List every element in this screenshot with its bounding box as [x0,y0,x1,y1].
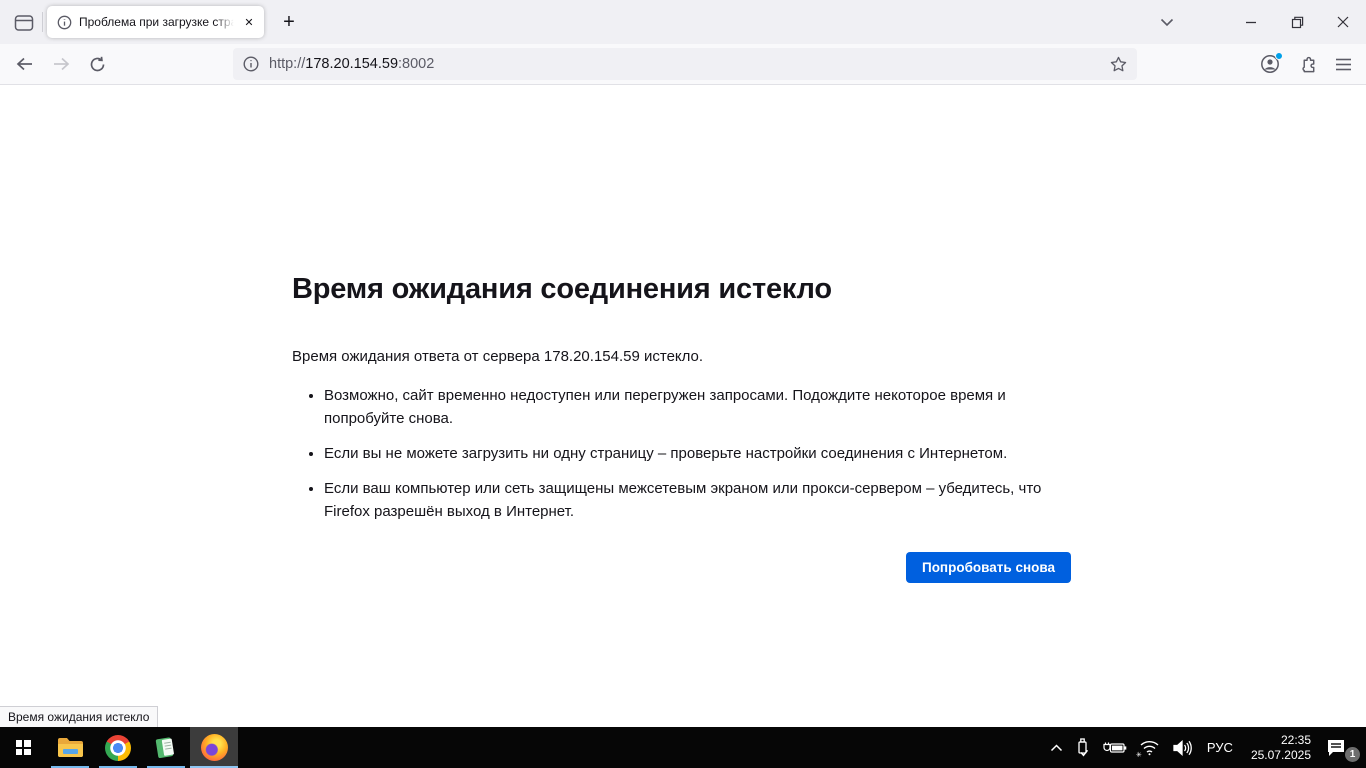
notification-badge: 1 [1345,747,1360,762]
tray-usb-icon[interactable] [1069,727,1096,768]
back-icon[interactable] [10,50,40,78]
tray-battery-icon[interactable] [1096,727,1133,768]
site-info-icon[interactable] [243,56,259,72]
error-hints-list: Возможно, сайт временно недоступен или п… [292,384,1071,523]
tray-volume-icon[interactable] [1166,727,1198,768]
taskbar-item-firefox-active[interactable] [190,727,238,768]
page-title: Время ожидания соединения истекло [292,270,1071,308]
taskbar-item-explorer[interactable] [46,727,94,768]
wifi-asterisk: ✳ [1136,752,1142,759]
url-scheme: http:// [269,56,305,72]
tray-language-indicator[interactable]: РУС [1198,727,1242,768]
tabbar-separator [42,12,43,32]
minimize-button[interactable] [1228,0,1274,44]
action-center-icon[interactable]: 1 [1320,727,1360,768]
tray-wifi-icon[interactable]: ✳ [1133,727,1166,768]
system-tray: ✳ РУС 22:35 25.07.2025 1 [1044,727,1366,768]
windows-logo-icon [16,740,31,755]
taskbar-item-notepad[interactable] [142,727,190,768]
error-container: Время ожидания соединения истекло Время … [292,270,1071,583]
new-tab-button[interactable]: + [274,8,304,36]
error-description: Время ожидания ответа от сервера 178.20.… [292,346,1071,368]
chrome-icon [105,735,131,761]
forward-icon [46,50,76,78]
browser-titlebar: Проблема при загрузке стран ✕ + [0,0,1366,44]
list-item: Если ваш компьютер или сеть защищены меж… [324,477,1046,523]
list-item: Возможно, сайт временно недоступен или п… [324,384,1046,430]
taskbar-item-chrome[interactable] [94,727,142,768]
window-controls [1228,0,1366,44]
firefox-icon [201,734,228,761]
status-tooltip: Время ожидания истекло [0,706,158,727]
list-item: Если вы не можете загрузить ни одну стра… [324,442,1046,465]
tray-clock[interactable]: 22:35 25.07.2025 [1242,727,1320,768]
firefox-view-icon[interactable] [9,10,39,36]
menu-hamburger-icon[interactable] [1328,50,1358,78]
navigation-toolbar: http://178.20.154.59:8002 [0,44,1366,85]
url-port: :8002 [398,56,434,72]
account-icon[interactable] [1255,50,1285,78]
tray-chevron-up-icon[interactable] [1044,727,1069,768]
extensions-puzzle-icon[interactable] [1293,50,1323,78]
bookmark-star-icon[interactable] [1105,51,1131,77]
tab-title: Проблема при загрузке стран [79,15,237,29]
url-host: 178.20.154.59 [305,56,398,72]
url-bar[interactable]: http://178.20.154.59:8002 [233,48,1137,80]
browser-tab[interactable]: Проблема при загрузке стран ✕ [47,6,264,38]
retry-button[interactable]: Попробовать снова [906,552,1071,583]
list-tabs-chevron-down-icon[interactable] [1153,9,1181,35]
info-icon [57,15,72,30]
restore-button[interactable] [1274,0,1320,44]
notepad-icon [153,735,179,760]
start-button[interactable] [0,727,46,768]
taskbar: ✳ РУС 22:35 25.07.2025 1 [0,727,1366,768]
tray-date: 25.07.2025 [1251,748,1311,763]
account-notification-dot [1275,52,1283,60]
reload-icon[interactable] [82,50,112,78]
tray-time: 22:35 [1281,733,1311,748]
close-window-button[interactable] [1320,0,1366,44]
url-text: http://178.20.154.59:8002 [269,56,434,72]
button-row: Попробовать снова [292,552,1071,583]
tab-close-icon[interactable]: ✕ [239,12,259,32]
file-explorer-icon [57,737,84,759]
page-content: Время ожидания соединения истекло Время … [0,85,1366,727]
